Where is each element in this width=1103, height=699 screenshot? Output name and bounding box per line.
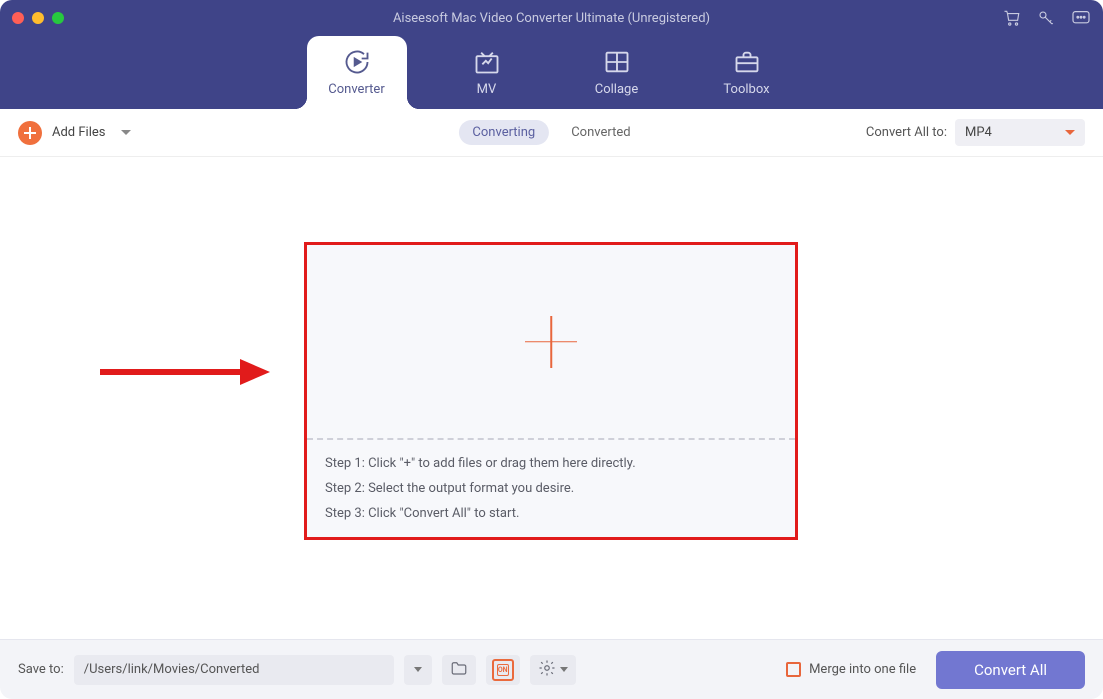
convert-all-button[interactable]: Convert All: [936, 651, 1085, 689]
convert-all-to-label: Convert All to:: [866, 125, 947, 140]
merge-checkbox[interactable]: Merge into one file: [786, 662, 916, 677]
selected-format: MP4: [965, 125, 992, 140]
settings-button[interactable]: [530, 655, 576, 685]
tab-collage[interactable]: Collage: [567, 36, 667, 109]
traffic-lights: [12, 12, 64, 24]
titlebar-actions: [1003, 9, 1091, 27]
step-3-text: Step 3: Click "Convert All" to start.: [325, 506, 777, 521]
gpu-accel-button[interactable]: ON: [486, 655, 520, 685]
cart-icon[interactable]: [1003, 9, 1021, 27]
tab-mv-label: MV: [477, 82, 497, 97]
drop-zone-click-area[interactable]: [307, 245, 795, 440]
drop-zone[interactable]: Step 1: Click "+" to add files or drag t…: [304, 242, 798, 540]
save-path-dropdown[interactable]: [404, 655, 432, 685]
gpu-chip-icon: ON: [492, 659, 514, 681]
toolbox-icon: [733, 48, 761, 76]
convert-all-to-group: Convert All to: MP4: [866, 119, 1085, 146]
status-tabs: Converting Converted: [458, 120, 644, 145]
zoom-window-button[interactable]: [52, 12, 64, 24]
chevron-down-icon[interactable]: [121, 130, 131, 135]
converter-icon: [343, 48, 371, 76]
annotation-arrow-icon: [100, 357, 270, 387]
titlebar: Aiseesoft Mac Video Converter Ultimate (…: [0, 0, 1103, 36]
close-window-button[interactable]: [12, 12, 24, 24]
chevron-down-icon: [560, 667, 568, 672]
tab-converting[interactable]: Converting: [458, 120, 549, 145]
collage-icon: [603, 48, 631, 76]
feedback-icon[interactable]: [1071, 10, 1091, 26]
window-title: Aiseesoft Mac Video Converter Ultimate (…: [393, 11, 710, 26]
merge-label: Merge into one file: [809, 662, 916, 677]
tab-mv[interactable]: MV: [437, 36, 537, 109]
step-1-text: Step 1: Click "+" to add files or drag t…: [325, 456, 777, 471]
plus-icon: [18, 121, 42, 145]
drop-zone-instructions: Step 1: Click "+" to add files or drag t…: [307, 440, 795, 537]
tab-converter[interactable]: Converter: [307, 36, 407, 109]
bottom-bar: Save to: /Users/link/Movies/Converted ON: [0, 639, 1103, 699]
tab-converter-label: Converter: [328, 82, 384, 97]
save-to-label: Save to:: [18, 662, 64, 677]
output-format-select[interactable]: MP4: [955, 119, 1085, 146]
save-path-field[interactable]: /Users/link/Movies/Converted: [74, 655, 394, 685]
tab-toolbox-label: Toolbox: [723, 82, 769, 97]
add-plus-icon: [525, 316, 577, 368]
add-files-label: Add Files: [52, 125, 105, 140]
add-files-button[interactable]: Add Files: [18, 121, 131, 145]
checkbox-icon: [786, 662, 801, 677]
chevron-down-icon: [1065, 130, 1075, 135]
step-2-text: Step 2: Select the output format you des…: [325, 481, 777, 496]
minimize-window-button[interactable]: [32, 12, 44, 24]
mv-icon: [473, 48, 501, 76]
folder-icon: [450, 660, 468, 680]
open-folder-button[interactable]: [442, 655, 476, 685]
app-window: Aiseesoft Mac Video Converter Ultimate (…: [0, 0, 1103, 699]
gear-icon: [538, 659, 556, 681]
chevron-down-icon: [414, 667, 422, 672]
key-icon[interactable]: [1037, 9, 1055, 27]
content-area: Step 1: Click "+" to add files or drag t…: [0, 157, 1103, 639]
tab-converted[interactable]: Converted: [557, 120, 644, 145]
toolbar: Add Files Converting Converted Convert A…: [0, 109, 1103, 157]
tab-collage-label: Collage: [595, 82, 638, 97]
main-tabbar: Converter MV Collage: [0, 36, 1103, 109]
tab-toolbox[interactable]: Toolbox: [697, 36, 797, 109]
